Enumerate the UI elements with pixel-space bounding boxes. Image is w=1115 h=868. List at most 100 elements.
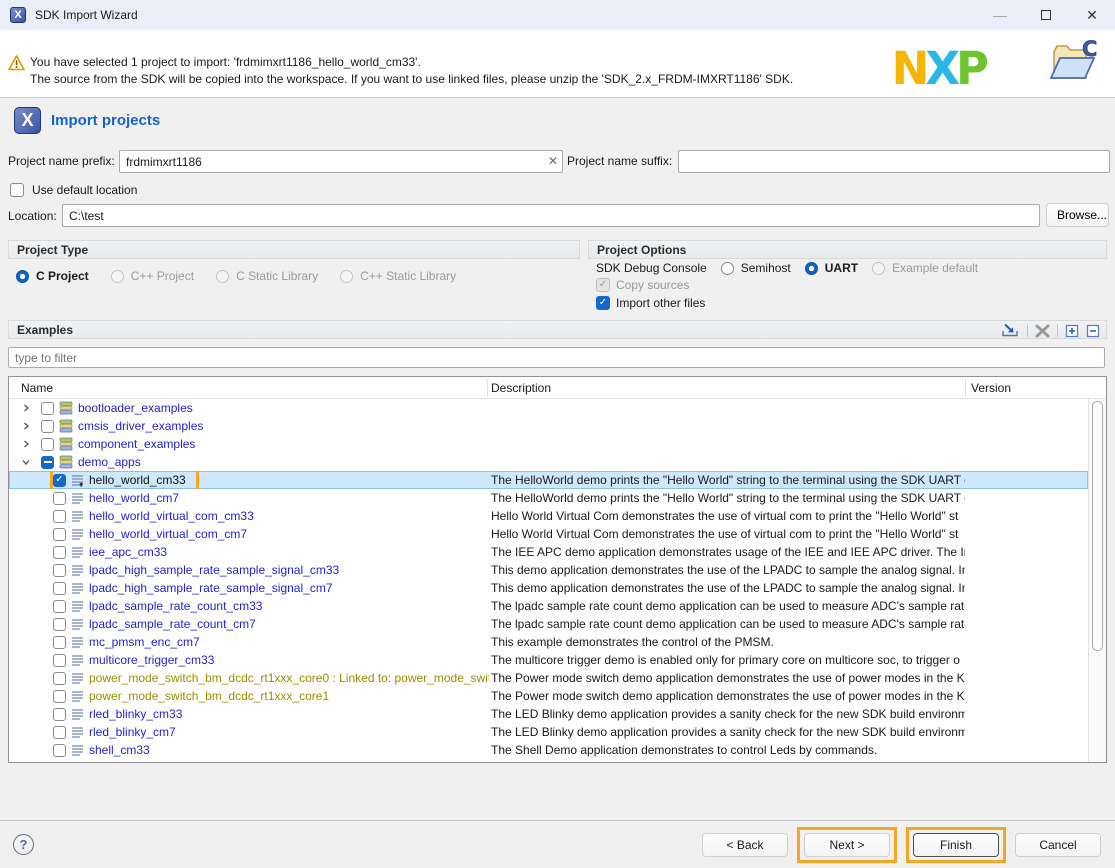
column-description[interactable]: Description [491,377,551,399]
tree-item-label[interactable]: iee_apc_cm33 [89,545,167,559]
finish-button[interactable]: Finish [913,833,999,857]
checkbox[interactable]: ✓ [596,278,610,292]
radio-icon[interactable] [16,270,29,283]
table-row-iee-apc-cm33[interactable]: iee_apc_cm33The IEE APC demo application… [9,543,1088,561]
tree-item-label[interactable]: lpadc_high_sample_rate_sample_signal_cm3… [89,563,339,577]
scrollbar-thumb[interactable] [1092,401,1103,651]
table-row-multicore-trigger-cm33[interactable]: multicore_trigger_cm33The multicore trig… [9,651,1088,669]
checkbox[interactable] [41,456,54,469]
table-row-mc-pmsm-enc-cm7[interactable]: mc_pmsm_enc_cm7This example demonstrates… [9,633,1088,651]
project-name-prefix-label: Project name prefix: [8,150,115,172]
tree-item-label[interactable]: shell_cm33 [89,743,150,757]
close-button[interactable]: ✕ [1069,0,1115,30]
table-row-hello-world-virtual-com-cm33[interactable]: hello_world_virtual_com_cm33 Hello World … [9,507,1088,525]
tree-item-label[interactable]: lpadc_sample_rate_count_cm33 [89,599,262,613]
checkbox[interactable] [41,420,54,433]
back-button[interactable]: < Back [702,833,788,857]
checkbox[interactable] [53,744,66,757]
cancel-button[interactable]: Cancel [1015,833,1101,857]
checkbox[interactable] [53,690,66,703]
radio-icon[interactable] [805,262,818,275]
radio-uart[interactable]: UART [805,261,858,275]
table-row-hello-world-cm7[interactable]: hello_world_cm7The HelloWorld demo print… [9,489,1088,507]
project-name-suffix-input[interactable] [678,150,1110,173]
checkbox[interactable] [53,582,66,595]
location-input[interactable] [62,204,1040,227]
checkbox[interactable] [41,438,54,451]
project-name-prefix-input[interactable] [119,150,563,173]
table-row-demo-apps[interactable]: demo_apps [9,453,1088,471]
checkbox[interactable] [53,510,66,523]
minimize-button[interactable]: — [977,0,1023,30]
checkbox-import-other-files[interactable]: ✓Import other files [596,295,705,311]
checkbox[interactable] [53,636,66,649]
use-default-location-checkbox[interactable] [10,183,24,197]
expand-arrow-icon[interactable] [21,403,35,413]
collapse-all-icon[interactable] [1086,324,1100,338]
table-row-hello-world-virtual-com-cm7[interactable]: hello_world_virtual_com_cm7Hello World V… [9,525,1088,543]
checkbox[interactable] [53,600,66,613]
checkbox[interactable] [53,618,66,631]
checkbox[interactable] [53,564,66,577]
table-row-power-mode-switch-bm-dcdc-rt1xxx-core1[interactable]: power_mode_switch_bm_dcdc_rt1xxx_core1Th… [9,687,1088,705]
description-cell: Hello World Virtual Com demonstrates the… [489,507,965,525]
checkbox[interactable] [53,654,66,667]
tree-item-label[interactable]: demo_apps [78,455,141,469]
table-row-rled-blinky-cm33[interactable]: rled_blinky_cm33The LED Blinky demo appl… [9,705,1088,723]
radio-icon[interactable] [721,262,734,275]
column-version[interactable]: Version [971,377,1011,399]
checkbox[interactable] [53,546,66,559]
table-row-lpadc-high-sample-rate-sample-signal-cm3[interactable]: lpadc_high_sample_rate_sample_signal_cm3… [9,561,1088,579]
expand-arrow-icon[interactable] [21,421,35,431]
checkbox[interactable] [41,402,54,415]
table-row-rled-blinky-cm7[interactable]: rled_blinky_cm7The LED Blinky demo appli… [9,723,1088,741]
tree-item-label[interactable]: component_examples [78,437,195,451]
checkbox[interactable] [53,528,66,541]
expand-arrow-icon[interactable] [21,439,35,449]
checkbox[interactable] [53,726,66,739]
checkbox[interactable]: ✓ [596,296,610,310]
checkbox[interactable] [53,708,66,721]
tree-item-label[interactable]: power_mode_switch_bm_dcdc_rt1xxx_core0 :… [89,671,489,685]
expand-all-icon[interactable] [1065,324,1079,338]
browse-button[interactable]: Browse... [1046,203,1109,227]
checkbox[interactable] [53,762,66,763]
tree-item-label[interactable]: hello_world_virtual_com_cm7 [89,527,247,541]
vertical-scrollbar[interactable] [1088,399,1106,762]
table-row[interactable] [9,759,1088,762]
radio-c-project[interactable]: C Project [16,269,89,283]
filter-input[interactable] [8,347,1105,368]
table-row-bootloader-examples[interactable]: bootloader_examples [9,399,1088,417]
checkbox[interactable] [53,492,66,505]
tree-item-label[interactable]: hello_world_virtual_com_cm33 [89,509,254,523]
tree-item-label[interactable]: rled_blinky_cm7 [89,725,176,739]
table-row-component-examples[interactable]: component_examples [9,435,1088,453]
table-row-power-mode-switch-bm-dcdc-rt1xxx-core0-l[interactable]: power_mode_switch_bm_dcdc_rt1xxx_core0 :… [9,669,1088,687]
tree-item-label[interactable]: lpadc_sample_rate_count_cm7 [89,617,256,631]
checkbox[interactable] [53,672,66,685]
tree-item-label[interactable]: rled_blinky_cm33 [89,707,182,721]
table-row-lpadc-high-sample-rate-sample-signal-cm7[interactable]: lpadc_high_sample_rate_sample_signal_cm7… [9,579,1088,597]
radio-semihost[interactable]: Semihost [721,261,791,275]
checkbox[interactable]: ✓ [53,474,66,487]
help-button[interactable]: ? [13,834,34,855]
table-row-cmsis-driver-examples[interactable]: cmsis_driver_examples [9,417,1088,435]
table-row-lpadc-sample-rate-count-cm33[interactable]: lpadc_sample_rate_count_cm33The lpadc sa… [9,597,1088,615]
table-row-lpadc-sample-rate-count-cm7[interactable]: lpadc_sample_rate_count_cm7The lpadc sam… [9,615,1088,633]
maximize-button[interactable] [1023,0,1069,30]
table-row-hello-world-cm33[interactable]: ✓hello_world_cm33The HelloWorld demo pri… [9,471,1088,489]
tree-item-label[interactable]: bootloader_examples [78,401,193,415]
next-button[interactable]: Next > [804,833,890,857]
tree-item-label[interactable]: mc_pmsm_enc_cm7 [89,635,200,649]
tree-item-label[interactable]: cmsis_driver_examples [78,419,203,433]
tree-item-label[interactable]: power_mode_switch_bm_dcdc_rt1xxx_core1 [89,689,329,703]
tree-item-label[interactable]: multicore_trigger_cm33 [89,653,214,667]
import-selection-icon[interactable] [1001,323,1020,338]
tree-item-label[interactable]: hello_world_cm7 [89,491,179,505]
collapse-arrow-icon[interactable] [21,457,35,467]
column-name[interactable]: Name [21,377,53,399]
clear-prefix-icon[interactable]: ✕ [548,154,558,168]
table-row-shell-cm33[interactable]: shell_cm33The Shell Demo application dem… [9,741,1088,759]
tree-item-label[interactable]: hello_world_cm33 [89,473,186,487]
tree-item-label[interactable]: lpadc_high_sample_rate_sample_signal_cm7 [89,581,333,595]
